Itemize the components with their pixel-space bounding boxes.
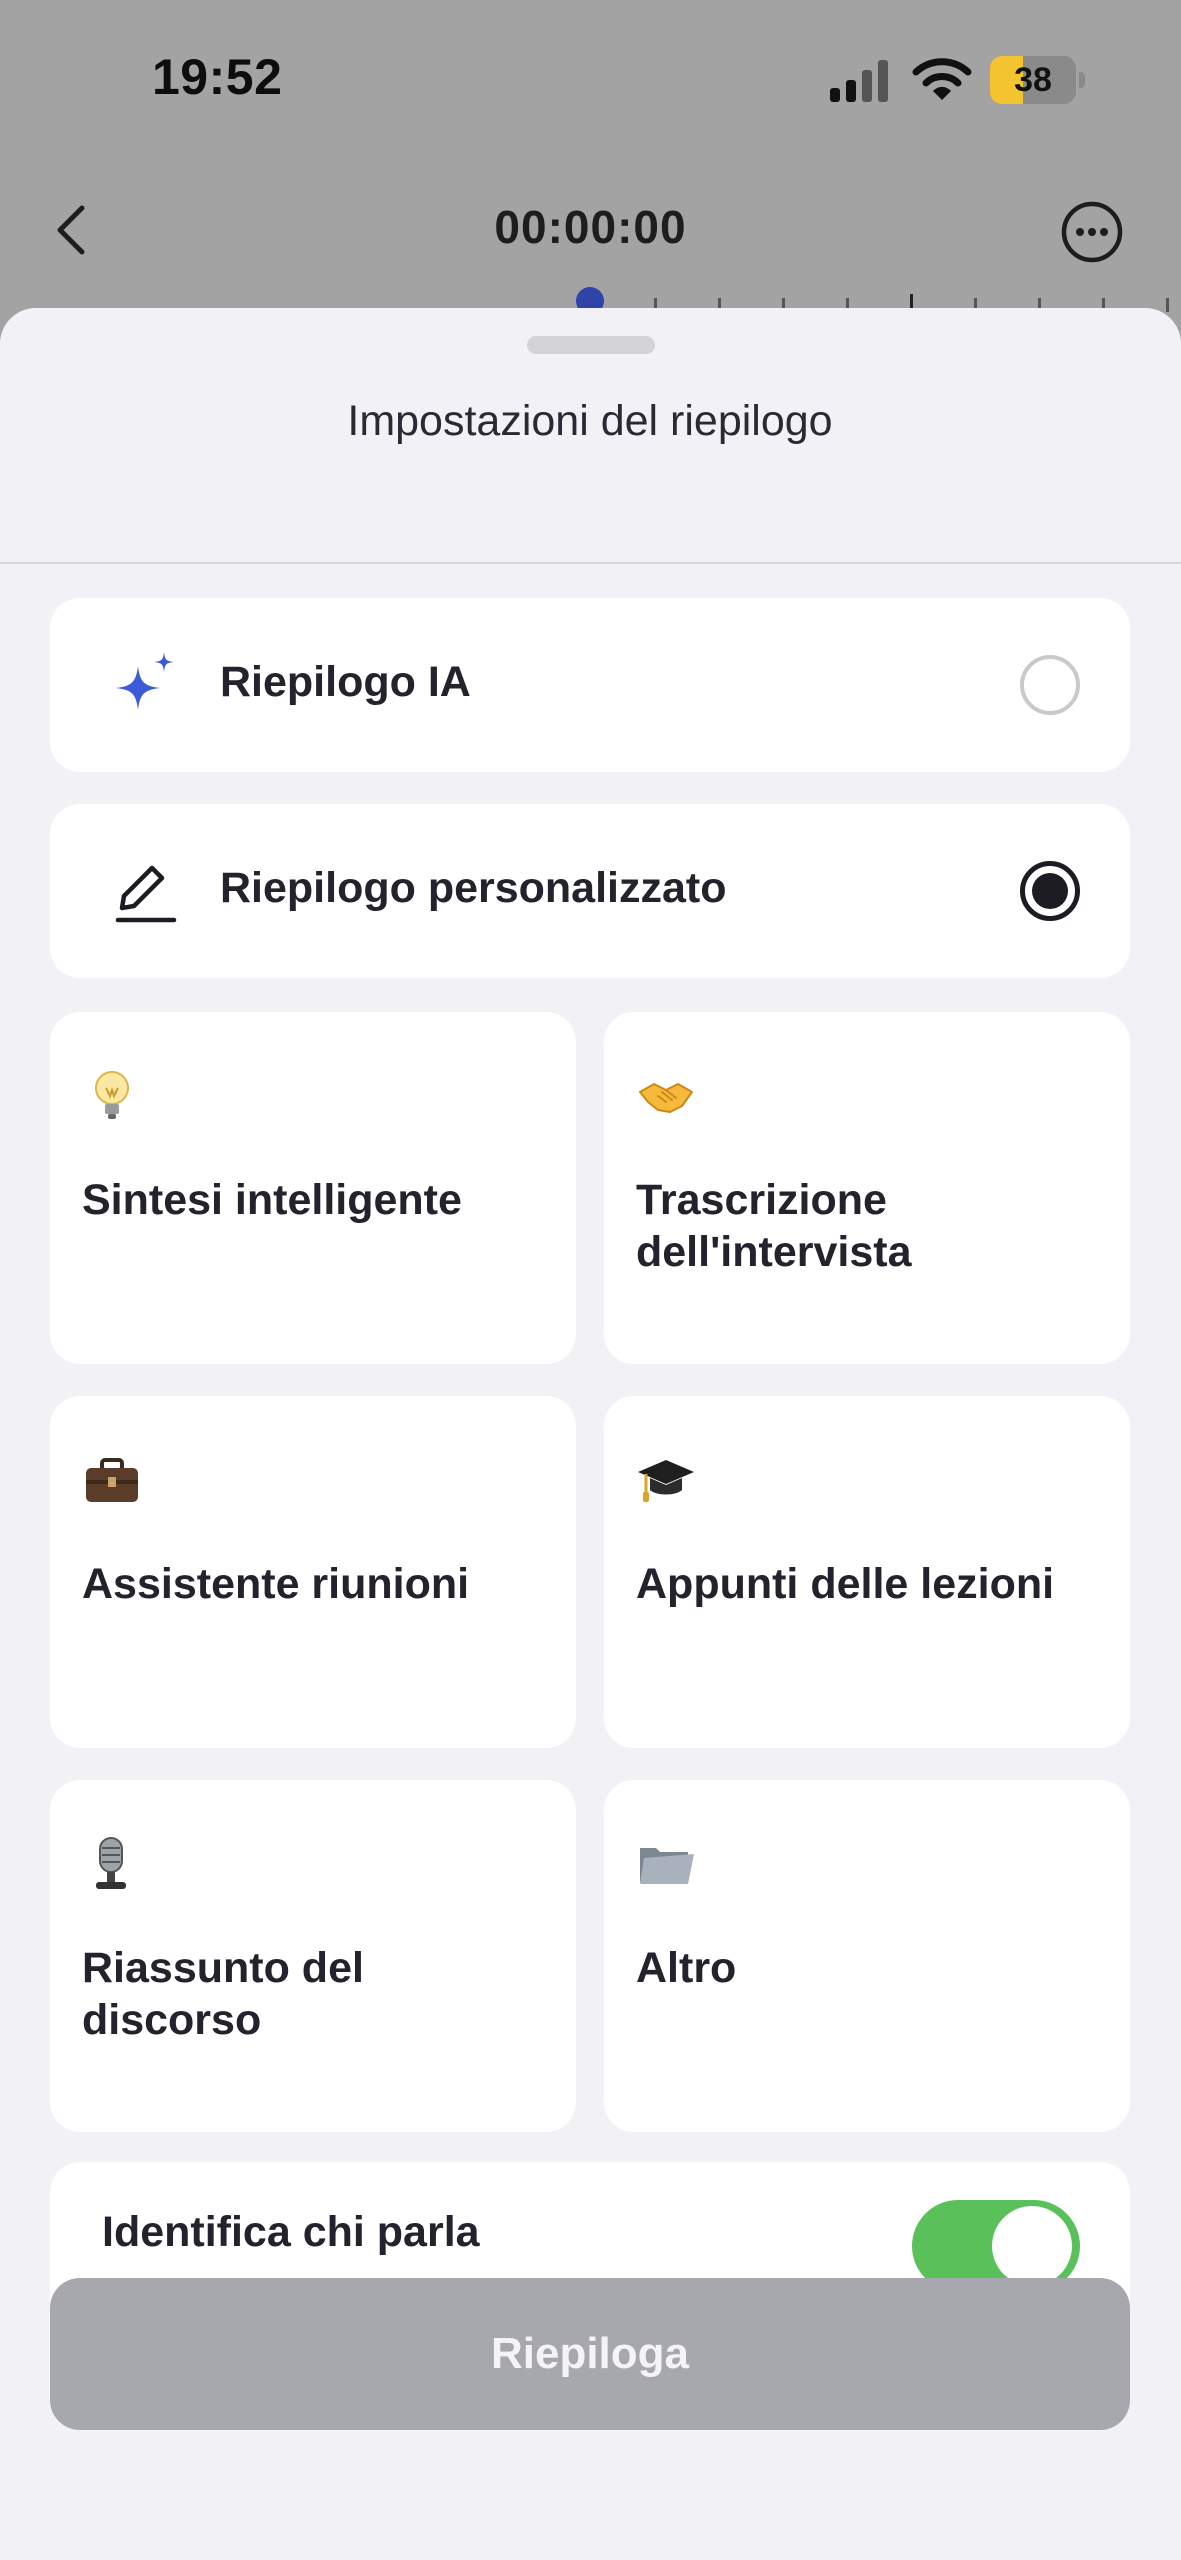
graduation-cap-icon [638, 1460, 694, 1502]
briefcase-icon [86, 1458, 138, 1502]
ellipsis-circle-icon[interactable] [1060, 200, 1124, 264]
sheet-title: Impostazioni del riepilogo [347, 397, 833, 445]
template-interview-transcript[interactable]: Trascrizione dell'intervista [604, 1012, 1130, 1364]
battery-cap [1079, 72, 1085, 88]
light-bulb-icon [95, 1071, 129, 1119]
template-speech-summary[interactable]: Riassunto del discorso [50, 1780, 576, 2132]
battery-indicator: 38 [990, 56, 1086, 104]
recording-timer: 00:00:00 [494, 201, 687, 253]
identify-speaker-label: Identifica chi parla [102, 2208, 480, 2256]
microphone-icon [96, 1837, 126, 1889]
folder-icon [640, 1848, 694, 1884]
template-label: Riassunto del discorso [82, 1944, 364, 2044]
summary-settings-sheet: Impostazioni del riepilogo Riepilogo IA … [0, 308, 1181, 2560]
option-label: Riepilogo personalizzato [220, 864, 727, 912]
option-label: Riepilogo IA [220, 658, 471, 706]
template-smart-synthesis[interactable]: Sintesi intelligente [50, 1012, 576, 1364]
radio-selected-dot [1032, 873, 1068, 909]
sparkle-icon [116, 652, 174, 710]
battery-level: 38 [1014, 61, 1052, 99]
template-lecture-notes[interactable]: Appunti delle lezioni [604, 1396, 1130, 1748]
option-custom-summary[interactable]: Riepilogo personalizzato [50, 804, 1130, 978]
radio-ai-summary[interactable] [1020, 655, 1080, 715]
sheet-header: Impostazioni del riepilogo [0, 308, 1181, 564]
pencil-icon [115, 865, 177, 923]
wifi-icon [912, 58, 972, 100]
cellular-signal-icon [830, 60, 888, 102]
template-meeting-assistant[interactable]: Assistente riunioni [50, 1396, 576, 1748]
option-ai-summary[interactable]: Riepilogo IA [50, 598, 1130, 772]
template-label: Appunti delle lezioni [636, 1560, 1055, 1608]
radio-custom-summary[interactable] [1020, 861, 1080, 921]
toggle-knob [992, 2206, 1072, 2286]
battery-body: 38 [990, 56, 1076, 104]
template-label: Assistente riunioni [82, 1560, 470, 1608]
status-time: 19:52 [152, 49, 283, 105]
template-label: Trascrizione dell'intervista [636, 1176, 912, 1276]
sheet-grabber[interactable] [527, 336, 655, 354]
template-label: Sintesi intelligente [82, 1176, 462, 1224]
template-other[interactable]: Altro [604, 1780, 1130, 2132]
template-label: Altro [636, 1944, 737, 1992]
summarize-button[interactable]: Riepiloga [50, 2278, 1130, 2430]
handshake-icon [639, 1083, 693, 1113]
status-bar: 19:52 38 [0, 0, 1181, 160]
